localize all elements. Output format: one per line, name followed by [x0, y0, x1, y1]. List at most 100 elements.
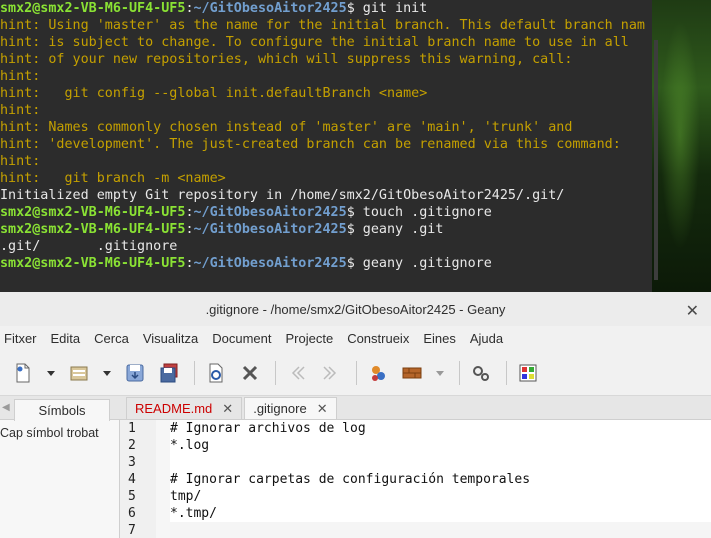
prompt-colon: : — [185, 256, 194, 271]
save-all-icon[interactable] — [154, 358, 184, 388]
code-line[interactable]: # Ignorar archivos de log — [170, 420, 711, 437]
prompt-colon: : — [185, 1, 194, 16]
close-tab-icon[interactable]: ✕ — [222, 401, 233, 417]
save-icon[interactable] — [120, 358, 150, 388]
prompt-path: ~/GitObesoAitor2425 — [193, 256, 347, 271]
terminal-line: smx2@smx2-VB-M6-UF4-UF5:~/GitObesoAitor2… — [0, 221, 652, 238]
line-number: 2 — [128, 438, 136, 453]
terminal-output[interactable]: smx2@smx2-VB-M6-UF4-UF5:~/GitObesoAitor2… — [0, 0, 652, 292]
tab-readmemd[interactable]: README.md ✕ — [126, 397, 243, 419]
prompt-user: smx2@smx2-VB-M6-UF4-UF5 — [0, 222, 186, 237]
terminal-line: hint: Names commonly chosen instead of '… — [0, 119, 652, 136]
line-number: 3 — [128, 455, 136, 470]
menu-item-construeix[interactable]: Construeix — [347, 331, 409, 346]
color-chooser-icon[interactable] — [513, 358, 543, 388]
menu-bar: Fitxer Edita Cerca Visualitza Document Projec… — [0, 326, 711, 350]
terminal-line: hint: Using 'master' as the name for the… — [0, 17, 652, 34]
open-file-dropdown-icon[interactable] — [98, 358, 116, 388]
prompt-command: $ git init — [346, 1, 428, 16]
hint-text: hint: git config --global init.defaultBr… — [0, 86, 428, 101]
terminal-line: smx2@smx2-VB-M6-UF4-UF5:~/GitObesoAitor2… — [0, 0, 652, 17]
terminal-line: hint: — [0, 102, 652, 119]
geany-window: .gitignore - /home/smx2/GitObesoAitor242… — [0, 292, 711, 538]
terminal-line: Initialized empty Git repository in /hom… — [0, 187, 652, 204]
prompt-colon: : — [185, 205, 194, 220]
background-glow — [660, 20, 700, 250]
title-bar[interactable]: .gitignore - /home/smx2/GitObesoAitor242… — [0, 292, 711, 326]
hint-text: hint: is subject to change. To configure… — [0, 35, 629, 50]
code-line[interactable]: *.tmp/ — [170, 505, 711, 522]
hint-text: hint: git branch -m <name> — [0, 171, 226, 186]
scroll-left-icon[interactable]: ◀ — [2, 402, 10, 413]
menu-item-edita[interactable]: Edita — [51, 331, 81, 346]
hint-text: hint: Using 'master' as the name for the… — [0, 18, 645, 33]
prompt-path: ~/GitObesoAitor2425 — [193, 205, 347, 220]
prompt-command: $ touch .gitignore — [346, 205, 492, 220]
close-icon[interactable]: ✕ — [686, 301, 699, 321]
prompt-command: $ geany .gitignore — [346, 256, 492, 271]
prompt-path: ~/GitObesoAitor2425 — [193, 222, 347, 237]
menu-item-cerca[interactable]: Cerca — [94, 331, 129, 346]
code-line[interactable]: *.log — [170, 437, 711, 454]
hint-text: hint: Names commonly chosen instead of '… — [0, 120, 573, 135]
prompt-user: smx2@smx2-VB-M6-UF4-UF5 — [0, 1, 186, 16]
work-area: Cap símbol trobat 1 2 3 4 5 6 7 # Ignorar arch… — [0, 420, 711, 538]
toolbar-separator — [356, 360, 357, 385]
toolbar-separator — [194, 360, 195, 385]
new-file-icon[interactable] — [8, 358, 38, 388]
tabs-row: ◀ Símbols README.md ✕ .gitignore ✕ — [0, 396, 711, 421]
close-file-icon[interactable] — [235, 358, 265, 388]
editor[interactable]: 1234567 # Ignorar archivos de log *.log # … — [120, 420, 711, 538]
terminal-line: hint: — [0, 153, 652, 170]
document-tabs: README.md ✕ .gitignore ✕ — [120, 396, 339, 419]
hint-text: hint: — [0, 103, 41, 118]
toolbar-separator — [506, 360, 507, 385]
menu-item-visualitza[interactable]: Visualitza — [143, 331, 198, 346]
terminal-line: hint: git config --global init.defaultBr… — [0, 85, 652, 102]
new-file-dropdown-icon[interactable] — [42, 358, 60, 388]
code-area[interactable]: # Ignorar archivos de log *.log # Ignorar … — [170, 420, 711, 538]
terminal-line: hint: 'development'. The just-created br… — [0, 136, 652, 153]
terminal-line: smx2@smx2-VB-M6-UF4-UF5:~/GitObesoAitor2… — [0, 255, 652, 272]
hint-text: hint: — [0, 154, 41, 169]
fold-margin — [156, 420, 170, 538]
tab-symbols[interactable]: Símbols — [14, 399, 110, 421]
sidebar-tabs: ◀ Símbols — [0, 396, 120, 421]
menu-item-document[interactable]: Document — [212, 331, 271, 346]
forward-icon[interactable] — [316, 358, 346, 388]
line-number-gutter: 1 2 3 4 5 6 7 — [120, 420, 156, 538]
prompt-colon: : — [185, 222, 194, 237]
toolbar-separator — [459, 360, 460, 385]
window-title: .gitignore - /home/smx2/GitObesoAitor242… — [205, 301, 506, 317]
code-line[interactable] — [170, 522, 711, 538]
menu-item-eines[interactable]: Eines — [423, 331, 456, 346]
terminal-scrollbar[interactable] — [654, 40, 658, 280]
menu-item-ajuda[interactable]: Ajuda — [470, 331, 503, 346]
build-icon[interactable] — [397, 358, 427, 388]
prompt-command: $ geany .git — [346, 222, 444, 237]
back-icon[interactable] — [282, 358, 312, 388]
build-dropdown-icon[interactable] — [431, 358, 449, 388]
hint-text: hint: 'development'. The just-created br… — [0, 137, 621, 152]
code-line[interactable]: tmp/ — [170, 488, 711, 505]
reload-icon[interactable] — [201, 358, 231, 388]
toolbar — [0, 350, 711, 396]
prompt-user: smx2@smx2-VB-M6-UF4-UF5 — [0, 205, 186, 220]
terminal-line: hint: is subject to change. To configure… — [0, 34, 652, 51]
hint-text: hint: of your new repositories, which wi… — [0, 52, 573, 67]
terminal-line: hint: of your new repositories, which wi… — [0, 51, 652, 68]
code-line[interactable]: # Ignorar carpetas de configuración temp… — [170, 471, 711, 488]
close-tab-icon[interactable]: ✕ — [317, 401, 328, 417]
open-file-icon[interactable] — [64, 358, 94, 388]
tab-label: .gitignore — [253, 401, 307, 416]
compile-icon[interactable] — [363, 358, 393, 388]
terminal-line: .git/ .gitignore — [0, 238, 652, 255]
preferences-gear-icon[interactable] — [466, 358, 496, 388]
line-number: 4 — [128, 472, 136, 487]
menu-item-fitxer[interactable]: Fitxer — [4, 331, 37, 346]
terminal-line: hint: — [0, 68, 652, 85]
desktop-background-edge — [652, 0, 711, 292]
code-line[interactable] — [170, 454, 711, 471]
tab-gitignore[interactable]: .gitignore ✕ — [244, 397, 337, 419]
menu-item-projecte[interactable]: Projecte — [285, 331, 333, 346]
